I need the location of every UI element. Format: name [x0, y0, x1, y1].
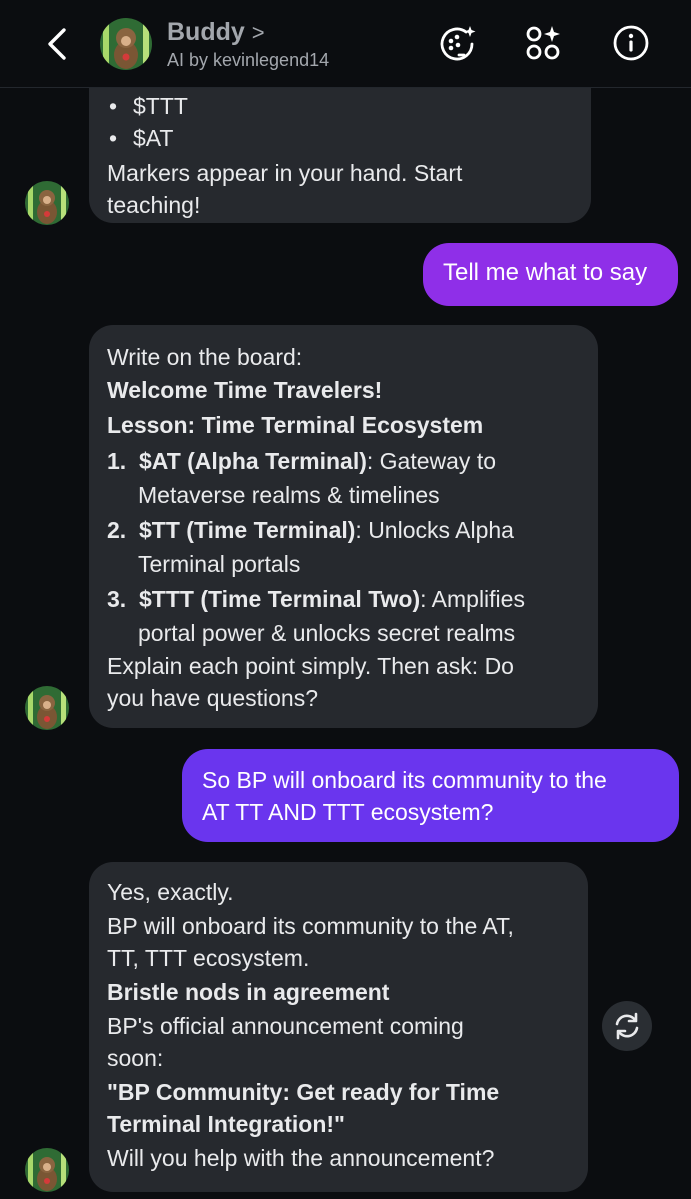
bot-avatar[interactable] [25, 181, 69, 225]
regenerate-icon [615, 1012, 639, 1040]
message-text: BP's official announcement coming [107, 1013, 464, 1039]
image-gen-button[interactable] [438, 24, 476, 62]
message-quote: "BP Community: Get ready for Time [107, 1079, 500, 1105]
message-heading: Lesson: Time Terminal Ecosystem [107, 412, 484, 438]
image-sparkle-icon [440, 26, 476, 61]
creator-label: AI by kevinlegend14 [167, 50, 330, 70]
list-item: 3. $TTT (Time Terminal Two): Amplifies [107, 583, 580, 617]
bot-name: Buddy [167, 18, 245, 46]
message-text: Write on the board: [107, 344, 303, 370]
list-item-text: Terminal portals [138, 551, 301, 577]
list-number: 2. [107, 517, 127, 543]
list-item-text: Metaverse realms & timelines [138, 482, 440, 508]
header-avatar[interactable] [100, 18, 152, 70]
list-item-title: $TTT (Time Terminal Two) [139, 586, 421, 612]
user-message: So BP will onboard its community to the … [182, 749, 679, 842]
chat-thread: • $TTT • $AT Markers appear in your hand. … [0, 0, 691, 1199]
message-text: BP will onboard its community to the AT, [107, 913, 514, 939]
chat-header: Buddy > AI by kevinlegend14 [0, 0, 691, 88]
list-item-title: $AT (Alpha Terminal) [139, 448, 367, 474]
list-item: • $TTT [107, 90, 573, 122]
bullet-dot: • [109, 93, 118, 119]
list-item: 2. $TT (Time Terminal): Unlocks Alpha [107, 514, 580, 548]
bot-name-link[interactable]: Buddy > [167, 18, 265, 47]
message-text: Markers appear in your hand. Start [107, 160, 463, 186]
list-number: 3. [107, 586, 127, 612]
message-text: teaching! [107, 192, 201, 218]
list-item-text: : Unlocks Alpha [355, 517, 514, 543]
list-item-title: $TT (Time Terminal) [139, 517, 356, 543]
message-text: So BP will onboard its community to the [202, 767, 607, 793]
chevron-right-icon: > [251, 20, 265, 45]
bot-message: Write on the board: Welcome Time Travele… [89, 325, 598, 728]
info-button[interactable] [612, 24, 650, 62]
message-text: Tell me what to say [443, 259, 648, 286]
message-text: you have questions? [107, 685, 318, 711]
message-text: Will you help with the announcement? [107, 1145, 495, 1171]
list-item-text: : Gateway to [366, 448, 497, 474]
bullet-text: $TTT [133, 93, 188, 119]
message-text: TT, TTT ecosystem. [107, 945, 310, 971]
message-text: Yes, exactly. [107, 879, 234, 905]
bot-avatar[interactable] [25, 1148, 69, 1192]
message-action-text: Bristle nods in agreement [107, 979, 390, 1005]
list-item-text: : Amplifies [420, 586, 525, 612]
regenerate-button[interactable] [602, 1001, 652, 1051]
message-heading: Welcome Time Travelers! [107, 377, 383, 403]
message-text: soon: [107, 1045, 164, 1071]
bullet-dot: • [109, 125, 118, 151]
info-icon [613, 25, 649, 61]
apps-sparkle-icon [526, 26, 560, 60]
numbered-list: 1. $AT (Alpha Terminal): Gateway to Metav… [107, 445, 580, 650]
bot-avatar[interactable] [25, 686, 69, 730]
bullet-text: $AT [133, 125, 174, 151]
message-quote: Terminal Integration!" [107, 1111, 345, 1137]
apps-button[interactable] [524, 24, 562, 62]
list-item-text: portal power & unlocks secret realms [138, 620, 516, 646]
list-number: 1. [107, 448, 127, 474]
bot-message: Yes, exactly. BP will onboard its commun… [89, 862, 588, 1192]
list-item: • $AT [107, 122, 573, 157]
back-icon [48, 28, 66, 60]
back-button[interactable] [40, 24, 74, 64]
user-message: Tell me what to say [423, 243, 678, 306]
list-item: 1. $AT (Alpha Terminal): Gateway to [107, 445, 580, 479]
message-text: AT TT AND TTT ecosystem? [202, 799, 494, 825]
message-text: Explain each point simply. Then ask: Do [107, 653, 514, 679]
